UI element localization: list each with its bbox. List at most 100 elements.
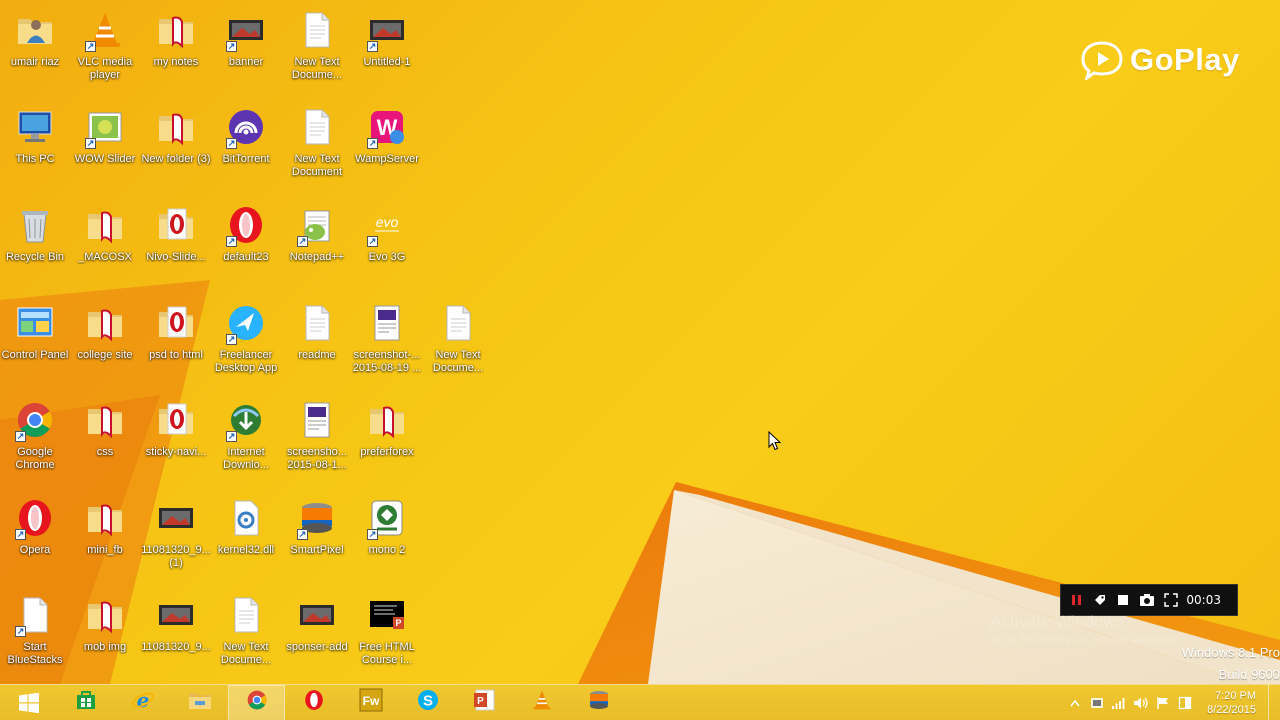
desktop-icon[interactable]: evo ↗ Evo 3G — [352, 197, 422, 289]
desktop-icon[interactable]: ↗ Internet Downlo... — [211, 392, 281, 484]
desktop-icon[interactable]: css — [70, 392, 140, 484]
clock-date: 8/22/2015 — [1207, 703, 1256, 716]
desktop-icon[interactable]: This PC — [0, 99, 70, 191]
image-file-icon — [295, 593, 339, 637]
windows-store-icon — [75, 689, 97, 716]
network-icon[interactable] — [1111, 695, 1127, 711]
fireworks-icon: Fw — [359, 688, 383, 717]
fullscreen-icon[interactable] — [1163, 592, 1178, 608]
taskbar-clock[interactable]: 7:20 PM 8/22/2015 — [1199, 689, 1262, 717]
desktop-icon-label: New Text Docume... — [220, 641, 272, 666]
desktop-icon[interactable]: ↗ default23 — [211, 197, 281, 289]
desktop-icon[interactable]: New folder (3) — [141, 99, 211, 191]
volume-icon[interactable] — [1133, 695, 1149, 711]
desktop-icon[interactable]: ↗ Google Chrome — [0, 392, 70, 484]
desktop-icon[interactable]: New Text Docume... — [423, 295, 493, 387]
taskbar-fireworks-button[interactable]: Fw — [342, 685, 399, 720]
taskbar-smartpixel-button[interactable] — [570, 685, 627, 720]
activation-subtitle: Go to PC settings to activate Windows. — [990, 634, 1181, 646]
notepad-plus-plus-icon: ↗ — [295, 203, 339, 247]
desktop-icon[interactable]: sponser-add — [282, 587, 352, 679]
desktop-icon[interactable]: ↗ mono 2 — [352, 490, 422, 582]
taskbar-internet-explorer-button[interactable]: e — [114, 685, 171, 720]
desktop-icon[interactable]: ↗ Notepad++ — [282, 197, 352, 289]
opera-html-icon — [154, 398, 198, 442]
desktop-icon-label: banner — [228, 56, 264, 68]
desktop-icon[interactable]: ↗ WOW Slider — [70, 99, 140, 191]
desktop-icon[interactable]: mob img — [70, 587, 140, 679]
desktop-icon[interactable]: ↗ banner — [211, 2, 281, 94]
shortcut-arrow-icon: ↗ — [367, 41, 378, 52]
text-document-icon — [295, 301, 339, 345]
desktop-icon[interactable]: Nivo-Slide... — [141, 197, 211, 289]
desktop-icon[interactable]: mini_fb — [70, 490, 140, 582]
action-center-flag-icon[interactable] — [1155, 695, 1171, 711]
desktop-icon[interactable]: W ↗ WampServer — [352, 99, 422, 191]
desktop-icon[interactable]: my notes — [141, 2, 211, 94]
svg-text:evo: evo — [376, 214, 399, 230]
desktop-icon[interactable]: ↗ Opera — [0, 490, 70, 582]
desktop-icon-label: Free HTML Course i... — [359, 641, 415, 666]
camera-icon[interactable] — [1139, 592, 1155, 608]
screenshot-file-icon — [365, 301, 409, 345]
tray-window-icon[interactable] — [1177, 695, 1193, 711]
desktop-icon[interactable]: 11081320_9... — [141, 587, 211, 679]
desktop-icon[interactable]: preferforex — [352, 392, 422, 484]
show-desktop-button[interactable] — [1268, 684, 1274, 720]
pause-record-icon[interactable] — [1069, 592, 1084, 608]
desktop-icon[interactable]: ↗ Untitled-1 — [352, 2, 422, 94]
desktop-icon[interactable]: ↗ Start BlueStacks — [0, 587, 70, 679]
taskbar-file-explorer-button[interactable] — [171, 685, 228, 720]
taskbar-store-button[interactable] — [57, 685, 114, 720]
desktop-icon[interactable]: kernel32.dll — [211, 490, 281, 582]
desktop-icon[interactable]: psd to html — [141, 295, 211, 387]
desktop-icon[interactable]: screenshot-... 2015-08-19 ... — [352, 295, 422, 387]
desktop-icon[interactable]: umair riaz — [0, 2, 70, 94]
bittorrent-icon: ↗ — [224, 105, 268, 149]
desktop-icon[interactable]: New Text Docume... — [211, 587, 281, 679]
recycle-bin-icon — [13, 203, 57, 247]
taskbar-skype-button[interactable]: S — [399, 685, 456, 720]
taskbar-chrome-button[interactable] — [228, 684, 285, 720]
activation-title: Activate Windows — [990, 612, 1125, 631]
shortcut-arrow-icon: ↗ — [15, 626, 26, 637]
folder-icon — [83, 301, 127, 345]
desktop-icon-label: preferforex — [360, 446, 414, 458]
image-file-icon — [154, 496, 198, 540]
folder-icon — [154, 105, 198, 149]
mono-icon: ↗ — [365, 496, 409, 540]
shortcut-arrow-icon: ↗ — [226, 138, 237, 149]
windows-build: Build 9600 — [1218, 667, 1280, 682]
desktop-icon[interactable]: college site — [70, 295, 140, 387]
opera-icon: ↗ — [224, 203, 268, 247]
start-button[interactable] — [0, 685, 57, 720]
desktop-icon[interactable]: ↗ SmartPixel — [282, 490, 352, 582]
wow-slider-icon: ↗ — [83, 105, 127, 149]
desktop-icon[interactable]: readme — [282, 295, 352, 387]
show-hidden-icons-icon[interactable] — [1067, 695, 1083, 711]
shortcut-arrow-icon: ↗ — [226, 41, 237, 52]
desktop[interactable]: umair riaz ↗ VLC media player my notes ↗ bann… — [0, 0, 1280, 684]
marker-icon[interactable] — [1092, 592, 1107, 608]
desktop-icon[interactable]: New Text Document — [282, 99, 352, 191]
desktop-icon-label: mono 2 — [368, 544, 406, 556]
desktop-icon[interactable]: screensho... 2015-08-1... — [282, 392, 352, 484]
desktop-icon[interactable]: ↗ VLC media player — [70, 2, 140, 94]
desktop-icon[interactable]: ↗ Freelancer Desktop App — [211, 295, 281, 387]
taskbar-powerpoint-button[interactable]: P — [456, 685, 513, 720]
desktop-icon[interactable]: New Text Docume... — [282, 2, 352, 94]
taskbar-vlc-button[interactable] — [513, 685, 570, 720]
desktop-icon[interactable]: ↗ BitTorrent — [211, 99, 281, 191]
vlc-icon: ↗ — [83, 8, 127, 52]
desktop-icon[interactable]: 11081320_9... (1) — [141, 490, 211, 582]
stop-record-icon[interactable] — [1116, 592, 1131, 608]
desktop-icon[interactable]: _MACOSX — [70, 197, 140, 289]
desktop-icon[interactable]: Control Panel — [0, 295, 70, 387]
svg-text:e: e — [136, 688, 149, 712]
tray-app-icon[interactable] — [1089, 695, 1105, 711]
taskbar-opera-button[interactable] — [285, 685, 342, 720]
desktop-icon[interactable]: P Free HTML Course i... — [352, 587, 422, 679]
desktop-icon[interactable]: Recycle Bin — [0, 197, 70, 289]
desktop-icon[interactable]: sticky-navi... — [141, 392, 211, 484]
shortcut-arrow-icon: ↗ — [297, 236, 308, 247]
